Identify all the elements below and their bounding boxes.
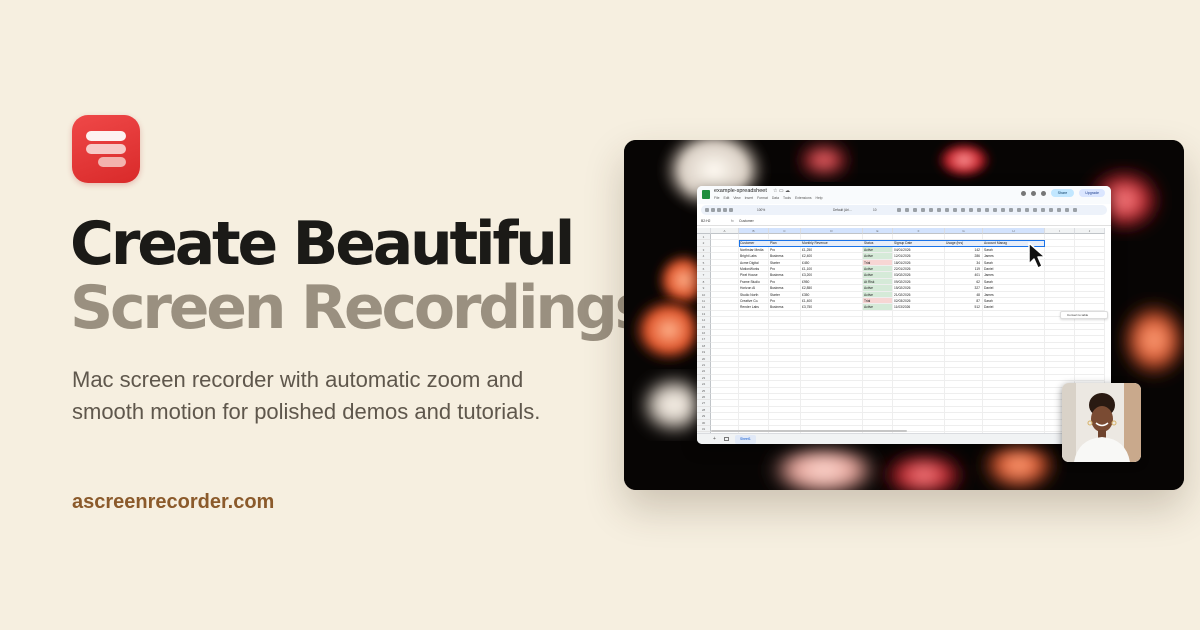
font-select[interactable]: Default (Ari... [833,208,852,212]
toolbar-icon[interactable] [711,208,715,212]
toolbar-icon[interactable] [1001,208,1005,212]
toolbar-icon[interactable] [723,208,727,212]
add-sheet-icon[interactable]: + [713,436,716,442]
mouse-cursor-icon [1028,242,1046,269]
upgrade-button[interactable]: Upgrade [1079,189,1105,197]
sheets-logo-icon [702,190,710,199]
webcam-overlay [1062,383,1141,462]
header-actions: Share Upgrade [1020,189,1105,197]
toolbar-icon[interactable] [937,208,941,212]
sheet-tabs: + Sheet1 [697,433,1111,444]
logo-bar [98,157,126,167]
horizontal-scrollbar[interactable] [711,430,907,432]
star-icon[interactable]: ☆ ▭ ☁ [773,188,790,194]
toolbar-icon[interactable] [921,208,925,212]
toolbar-icon[interactable] [905,208,909,212]
toolbar-icon[interactable] [993,208,997,212]
share-button[interactable]: Share [1050,189,1075,197]
toolbar-icon[interactable] [961,208,965,212]
fx-icon: fx [731,219,734,223]
menu-item[interactable]: Insert [745,196,753,200]
toolbar-icon[interactable] [969,208,973,212]
formula-input[interactable]: Customer [739,219,754,223]
spreadsheet-window: example-spreadsheet ☆ ▭ ☁ File Edit View In… [697,186,1111,444]
sheet-tab[interactable]: Sheet1 [735,435,756,444]
history-icon[interactable] [1020,190,1026,196]
toolbar-icon[interactable] [929,208,933,212]
toolbar-icon[interactable] [1009,208,1013,212]
toolbar-icon[interactable] [897,208,901,212]
headline: Create Beautiful Screen Recordings [70,209,650,343]
toolbar-icon[interactable] [1065,208,1069,212]
toolbar-icon[interactable] [729,208,733,212]
menu-bar: File Edit View Insert Format Data Tools Extensi… [714,196,823,200]
toolbar-icon[interactable] [1073,208,1077,212]
logo-bar [86,144,126,154]
toolbar-icon[interactable] [1041,208,1045,212]
menu-item[interactable]: Format [757,196,768,200]
toolbar-icon[interactable] [1025,208,1029,212]
menu-item[interactable]: View [733,196,740,200]
toolbar-icon[interactable] [913,208,917,212]
menu-item[interactable]: Edit [723,196,729,200]
name-box[interactable]: B2:H2 [701,219,710,223]
menu-item[interactable]: File [714,196,719,200]
logo-bar [86,131,126,141]
headline-line-2: Screen Recordings [70,273,650,343]
toolbar-icon[interactable] [1057,208,1061,212]
video-call-icon[interactable] [1040,190,1046,196]
toolbar-icon[interactable] [945,208,949,212]
zoom-select[interactable]: 100% [757,208,765,212]
sheet-header: example-spreadsheet ☆ ▭ ☁ File Edit View In… [697,186,1111,204]
comment-icon[interactable] [1030,190,1036,196]
document-title[interactable]: example-spreadsheet [714,188,767,194]
subheadline: Mac screen recorder with automatic zoom … [72,367,541,424]
menu-item[interactable]: Help [816,196,823,200]
toolbar-icon[interactable] [705,208,709,212]
all-sheets-icon[interactable] [724,437,729,441]
toolbar: 100% Default (Ari... 10 [701,205,1107,215]
toolbar-icon[interactable] [985,208,989,212]
headline-line-1: Create Beautiful [70,209,575,279]
toolbar-icon[interactable] [1033,208,1037,212]
presenter-avatar [1062,383,1141,462]
toolbar-icon[interactable] [977,208,981,212]
product-screenshot: example-spreadsheet ☆ ▭ ☁ File Edit View In… [624,140,1184,490]
menu-item[interactable]: Data [772,196,779,200]
toolbar-icon[interactable] [953,208,957,212]
menu-item[interactable]: Tools [783,196,791,200]
toolbar-icon[interactable] [1017,208,1021,212]
app-logo [72,115,140,183]
menu-item[interactable]: Extensions [795,196,812,200]
selection-range [739,240,1045,247]
toolbar-icon[interactable] [717,208,721,212]
formula-bar: B2:H2 fx Customer [697,216,1111,226]
convert-to-table-chip[interactable]: Convert to table [1060,311,1108,319]
font-size-input[interactable]: 10 [873,208,877,212]
toolbar-icon[interactable] [1049,208,1053,212]
website-link[interactable]: ascreenrecorder.com [72,491,274,514]
